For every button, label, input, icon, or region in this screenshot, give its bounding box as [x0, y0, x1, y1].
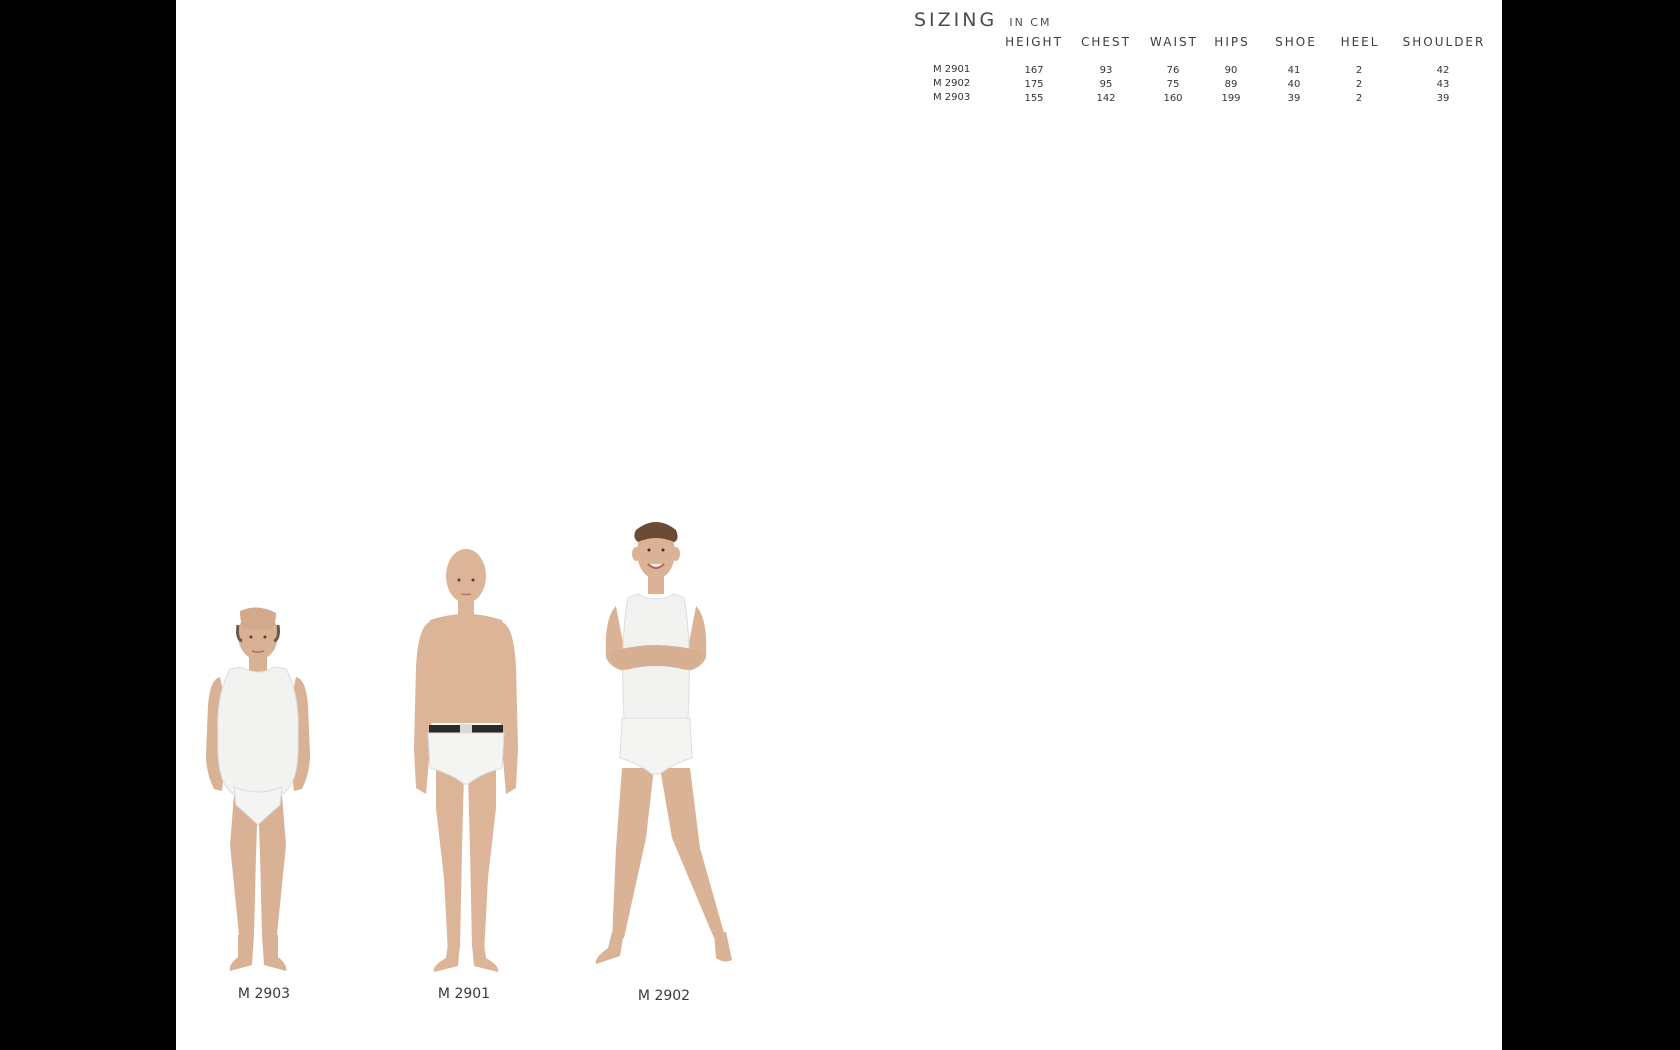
column-header-waist: WAIST: [1150, 35, 1198, 49]
table-cell: 2: [1355, 93, 1363, 104]
sizing-title: SIZING IN CM: [914, 9, 1051, 31]
table-cell: 2: [1355, 79, 1363, 90]
column-header-height: HEIGHT: [1005, 35, 1063, 49]
table-cell: 167: [1024, 65, 1044, 76]
table-cell: 41: [1287, 65, 1301, 76]
table-cell: 93: [1099, 65, 1113, 76]
table-cell: 43: [1436, 79, 1450, 90]
mannequin-m2902-image: [595, 522, 732, 964]
mannequin-m2901-image: [414, 549, 518, 972]
column-header-heel: HEEL: [1340, 35, 1380, 49]
mannequin-label-m2903: M 2903: [237, 986, 291, 1002]
sizing-heading: SIZING: [914, 9, 998, 31]
table-cell: 175: [1024, 79, 1044, 90]
column-header-shoe: SHOE: [1275, 35, 1317, 49]
table-cell: 89: [1224, 79, 1238, 90]
table-cell: 95: [1099, 79, 1113, 90]
table-cell: 40: [1287, 79, 1301, 90]
table-cell: 2: [1355, 65, 1363, 76]
column-header-hips: HIPS: [1214, 35, 1250, 49]
table-cell: 155: [1024, 93, 1044, 104]
table-cell: 42: [1436, 65, 1450, 76]
row-model-m2902: M 2902: [933, 78, 971, 89]
table-cell: 75: [1166, 79, 1180, 90]
table-cell: 76: [1166, 65, 1180, 76]
table-cell: 39: [1436, 93, 1450, 104]
row-model-m2901: M 2901: [933, 64, 971, 75]
table-cell: 142: [1096, 93, 1116, 104]
column-header-chest: CHEST: [1081, 35, 1131, 49]
mannequin-label-m2902: M 2902: [637, 988, 691, 1004]
mannequin-m2903-image: [206, 607, 310, 971]
row-model-m2903: M 2903: [933, 92, 971, 103]
catalog-page: SIZING IN CM HEIGHT CHEST WAIST HIPS SHO…: [176, 0, 1502, 1050]
column-header-shoulder: SHOULDER: [1402, 35, 1486, 49]
mannequin-label-m2901: M 2901: [437, 986, 491, 1002]
table-cell: 160: [1163, 93, 1183, 104]
table-cell: 39: [1287, 93, 1301, 104]
table-cell: 90: [1224, 65, 1238, 76]
sizing-unit: IN CM: [1009, 16, 1052, 29]
table-cell: 199: [1221, 93, 1241, 104]
